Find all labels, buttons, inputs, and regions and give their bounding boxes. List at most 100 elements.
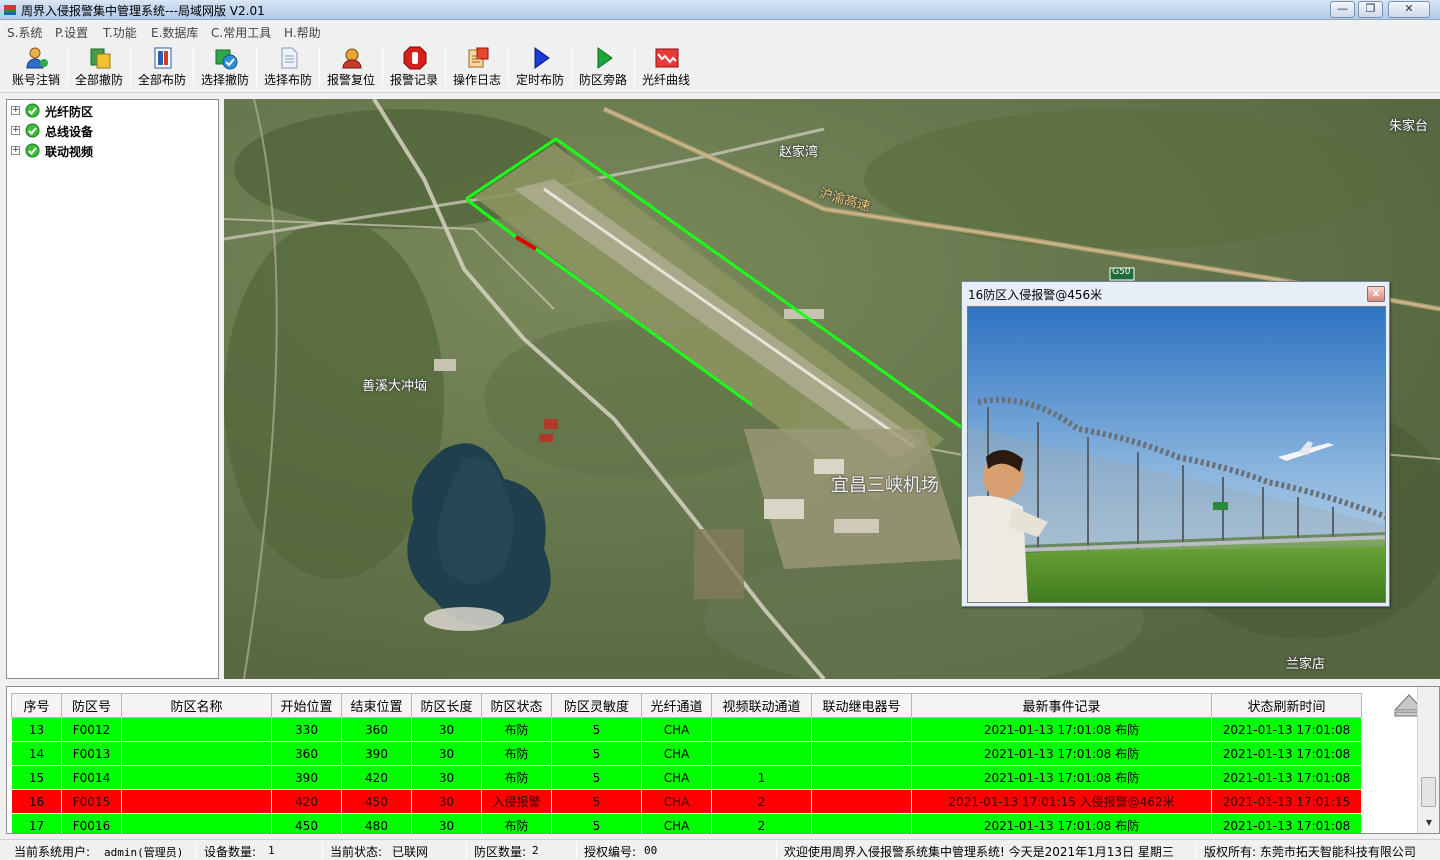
alarm-log-button[interactable]: 报警记录 <box>384 43 444 90</box>
timed-arm-button[interactable]: 定时布防 <box>510 43 570 90</box>
cell-index: 17 <box>11 813 62 833</box>
toolbar-divider <box>571 47 572 87</box>
cell-end: 420 <box>341 765 412 790</box>
cell-end: 360 <box>341 717 412 742</box>
zone-bypass-button[interactable]: 防区旁路 <box>573 43 633 90</box>
cell-channel: CHA <box>641 717 712 742</box>
cell-status: 入侵报警 <box>481 789 552 814</box>
menu-system[interactable]: S.系统 <box>7 24 42 41</box>
alarm-reset-button[interactable]: 报警复位 <box>321 43 381 90</box>
cell-zone-name <box>121 789 272 814</box>
video-frame-image <box>968 307 1385 602</box>
current-user-value: admin(管理员) <box>104 846 184 859</box>
expand-icon[interactable]: + <box>11 126 20 135</box>
toolbar-divider <box>508 47 509 87</box>
cell-length: 30 <box>411 813 482 833</box>
toolbar-divider <box>319 47 320 87</box>
logout-label: 账号注销 <box>11 73 60 87</box>
scroll-down-icon[interactable]: ▼ <box>1420 815 1438 831</box>
cell-event: 2021-01-13 17:01:08 布防 <box>911 717 1212 742</box>
col-header-end[interactable]: 结束位置 <box>341 693 412 718</box>
col-header-length[interactable]: 防区长度 <box>411 693 482 718</box>
cell-sensitivity: 5 <box>551 741 642 766</box>
cell-index: 15 <box>11 765 62 790</box>
toolbar-divider <box>256 47 257 87</box>
toolbar-divider <box>130 47 131 87</box>
expand-icon[interactable]: + <box>11 146 20 155</box>
toolbar: 账号注销 全部撤防 全部布防 选择撤防 选择布防 报警复位 报警记录 操作日志 … <box>0 41 1440 93</box>
alarm-reset-label: 报警复位 <box>326 73 375 87</box>
col-header-refresh-time[interactable]: 状态刷新时间 <box>1211 693 1362 718</box>
cell-length: 30 <box>411 789 482 814</box>
map-label-zhaojiawan: 赵家湾 <box>779 145 819 160</box>
disarm-all-label: 全部撤防 <box>74 73 123 87</box>
table-row[interactable]: 17 F0016 450 480 30 布防 5 CHA 2 2021-01-13 17:01:0… <box>11 813 1362 833</box>
select-disarm-label: 选择撤防 <box>200 73 249 87</box>
cell-refresh-time: 2021-01-13 17:01:08 <box>1211 813 1362 833</box>
select-arm-button[interactable]: 选择布防 <box>258 43 318 90</box>
arm-all-button[interactable]: 全部布防 <box>132 43 192 90</box>
menu-tools[interactable]: C.常用工具 <box>211 24 271 41</box>
window-title: 周界入侵报警集中管理系统---局域网版 V2.01 <box>21 4 265 18</box>
table-row[interactable]: 13 F0012 330 360 30 布防 5 CHA 2021-01-13 17:01:08… <box>11 717 1362 742</box>
close-window-button[interactable]: ✕ <box>1388 1 1430 18</box>
cell-relay <box>811 765 912 790</box>
cell-sensitivity: 5 <box>551 717 642 742</box>
col-header-start[interactable]: 开始位置 <box>271 693 342 718</box>
minimize-button[interactable]: — <box>1330 1 1355 18</box>
cell-start: 450 <box>271 813 342 833</box>
alarm-reset-icon <box>342 48 362 69</box>
close-icon: ✕ <box>1404 2 1414 15</box>
copyright-text: 版权所有: 东莞市拓天智能科技有限公司 <box>1204 845 1416 859</box>
menu-database[interactable]: E.数据库 <box>151 24 198 41</box>
col-header-relay[interactable]: 联动继电器号 <box>811 693 912 718</box>
cell-relay <box>811 813 912 833</box>
status-divider <box>776 842 777 858</box>
alarm-log-label: 报警记录 <box>389 73 438 87</box>
cell-zone-id: F0012 <box>61 717 122 742</box>
menu-settings[interactable]: P.设置 <box>55 24 88 41</box>
map-label-zhujiatai: 朱家台 <box>1389 119 1429 134</box>
menu-help[interactable]: H.帮助 <box>284 24 321 41</box>
map-label-airport: 宜昌三峡机场 <box>831 475 939 496</box>
col-header-event[interactable]: 最新事件记录 <box>911 693 1212 718</box>
device-count-label: 设备数量: <box>204 845 257 859</box>
logout-button[interactable]: 账号注销 <box>6 43 66 90</box>
table-row[interactable]: 14 F0013 360 390 30 布防 5 CHA 2021-01-13 17:01:08… <box>11 741 1362 766</box>
col-header-zone-name[interactable]: 防区名称 <box>121 693 272 718</box>
select-disarm-icon <box>215 49 238 70</box>
select-disarm-button[interactable]: 选择撤防 <box>195 43 255 90</box>
operation-log-button[interactable]: 操作日志 <box>447 43 507 90</box>
maximize-button[interactable]: ❐ <box>1358 1 1383 18</box>
cell-start: 360 <box>271 741 342 766</box>
zone-count-value: 2 <box>532 844 539 857</box>
table-row[interactable]: 15 F0014 390 420 30 布防 5 CHA 1 2021-01-13 17:01:0… <box>11 765 1362 790</box>
arm-all-label: 全部布防 <box>137 73 186 87</box>
disarm-all-button[interactable]: 全部撤防 <box>69 43 129 90</box>
table-row[interactable]: 16 F0015 420 450 30 入侵报警 5 CHA 2 2021-01-13 17:01… <box>11 789 1362 814</box>
cell-sensitivity: 5 <box>551 789 642 814</box>
cell-zone-name <box>121 717 272 742</box>
expand-icon[interactable]: + <box>11 106 20 115</box>
cell-sensitivity: 5 <box>551 813 642 833</box>
alarm-video-popup[interactable]: 16防区入侵报警@456米 x <box>961 281 1390 607</box>
popup-close-button[interactable]: x <box>1367 286 1385 302</box>
toolbar-divider <box>382 47 383 87</box>
operation-log-label: 操作日志 <box>452 73 501 87</box>
col-header-channel[interactable]: 光纤通道 <box>641 693 712 718</box>
cell-length: 30 <box>411 765 482 790</box>
scrollbar-thumb[interactable] <box>1421 777 1436 807</box>
col-header-status[interactable]: 防区状态 <box>481 693 552 718</box>
fiber-curve-button[interactable]: 光纤曲线 <box>636 43 696 90</box>
grid-scrollbar[interactable]: ▼ <box>1417 687 1439 833</box>
col-header-video-channel[interactable]: 视频联动通道 <box>711 693 812 718</box>
cell-end: 450 <box>341 789 412 814</box>
col-header-zone-id[interactable]: 防区号 <box>61 693 122 718</box>
cell-index: 16 <box>11 789 62 814</box>
zone-count-label: 防区数量: <box>474 845 527 859</box>
col-header-index[interactable]: 序号 <box>11 693 62 718</box>
status-divider <box>466 842 467 858</box>
disarm-all-icon <box>90 48 111 69</box>
col-header-sensitivity[interactable]: 防区灵敏度 <box>551 693 642 718</box>
menu-function[interactable]: T.功能 <box>103 24 137 41</box>
